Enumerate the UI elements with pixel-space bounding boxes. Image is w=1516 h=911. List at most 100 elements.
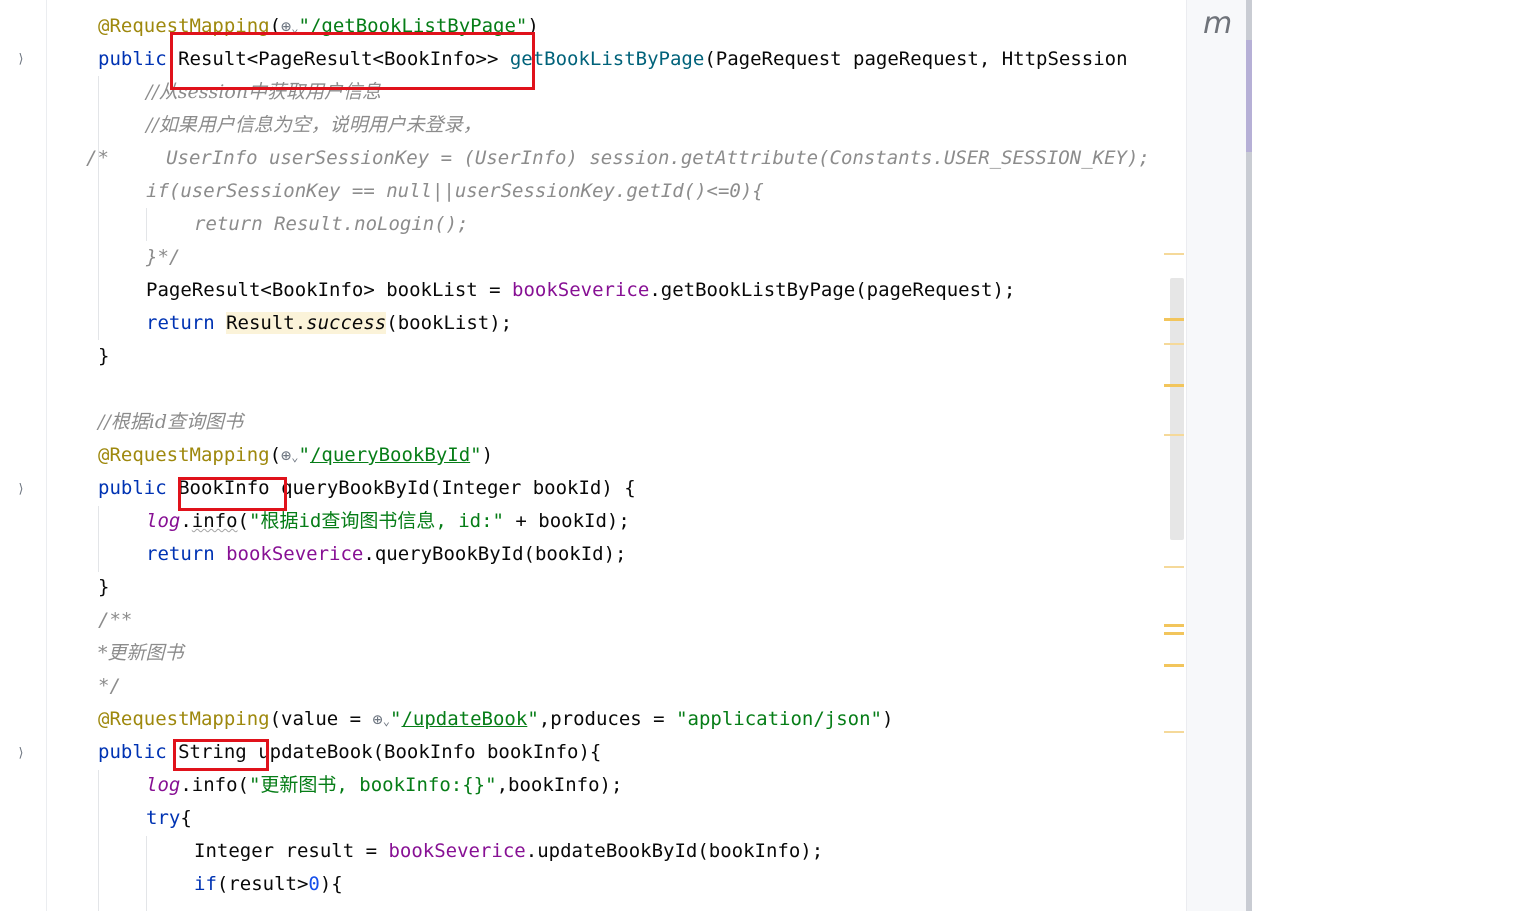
code-line[interactable]: public String updateBook(BookInfo bookIn… bbox=[98, 736, 601, 769]
globe-icon[interactable]: ⊕ bbox=[373, 710, 383, 730]
code-line[interactable]: /* UserInfo userSessionKey = (UserInfo) … bbox=[86, 142, 1150, 175]
code-line[interactable]: Integer result = bookSeverice.updateBook… bbox=[194, 835, 823, 868]
code-line[interactable]: if(result>0){ bbox=[194, 868, 343, 901]
code-line[interactable]: @RequestMapping(value = ⊕⌄"/updateBook",… bbox=[98, 703, 893, 736]
code-text: PageResult<BookInfo> bookList = bbox=[146, 279, 513, 301]
method-name: info bbox=[191, 510, 238, 532]
return-type: BookInfo bbox=[178, 477, 270, 499]
keyword: public bbox=[98, 741, 167, 763]
method-marker-icon[interactable]: ⟩ bbox=[17, 482, 25, 497]
chevron-down-icon[interactable]: ⌄ bbox=[291, 21, 298, 35]
warning-marker[interactable] bbox=[1164, 624, 1184, 627]
annotation: @RequestMapping bbox=[98, 444, 270, 466]
url-link[interactable]: /getBookListByPage bbox=[310, 15, 516, 37]
keyword: return bbox=[146, 543, 215, 565]
code-text: Integer result = bbox=[194, 840, 389, 862]
indent-guide bbox=[98, 76, 99, 340]
field-ref: log bbox=[146, 510, 181, 532]
indent-guide bbox=[98, 506, 99, 572]
code-text: .info( bbox=[180, 774, 249, 796]
brace: } bbox=[98, 576, 110, 598]
code-text: (bookList); bbox=[386, 312, 513, 334]
code-text: .getBookListByPage(pageRequest); bbox=[649, 279, 1016, 301]
warning-marker[interactable] bbox=[1164, 343, 1184, 345]
code-text: (result> bbox=[216, 873, 309, 895]
number-literal: 0 bbox=[308, 873, 320, 895]
method-signature: queryBookById(Integer bookId) { bbox=[281, 477, 636, 499]
line-gutter[interactable]: ⟩ ⟩ ⟩ bbox=[0, 0, 47, 911]
keyword: return bbox=[146, 312, 215, 334]
code-line[interactable]: //从session中获取用户信息 bbox=[146, 76, 381, 109]
warning-marker[interactable] bbox=[1164, 731, 1184, 733]
chevron-down-icon[interactable]: ⌄ bbox=[383, 714, 390, 728]
code-line[interactable]: return bookSeverice.queryBookById(bookId… bbox=[146, 538, 626, 571]
code-text: + bookId); bbox=[503, 510, 630, 532]
globe-icon[interactable]: ⊕ bbox=[281, 446, 291, 466]
scrollbar-markers[interactable] bbox=[1164, 0, 1186, 911]
string-literal: "根据id查询图书信息, id:" bbox=[249, 510, 504, 532]
code-line[interactable]: /** bbox=[98, 604, 132, 637]
warning-marker[interactable] bbox=[1164, 664, 1184, 667]
keyword: public bbox=[98, 48, 167, 70]
code-line[interactable]: try{ bbox=[146, 802, 192, 835]
code-line[interactable]: } bbox=[98, 340, 109, 373]
warning-marker[interactable] bbox=[1164, 566, 1184, 568]
return-type: String bbox=[178, 741, 247, 763]
return-type: Result<PageResult<BookInfo>> bbox=[178, 48, 499, 70]
string-literal: "application/json" bbox=[676, 708, 882, 730]
right-tool-sidebar: m bbox=[1186, 0, 1249, 911]
method-marker-icon[interactable]: ⟩ bbox=[17, 52, 25, 67]
code-line[interactable]: //根据id查询图书 bbox=[98, 406, 243, 439]
brace: } bbox=[98, 345, 110, 367]
brace: { bbox=[180, 807, 192, 829]
indent-guide bbox=[98, 770, 99, 911]
code-line[interactable]: }*/ bbox=[146, 241, 180, 274]
code-line[interactable]: } bbox=[98, 571, 109, 604]
code-line[interactable]: *更新图书 bbox=[98, 637, 184, 670]
comment: //如果用户信息为空，说明用户未登录， bbox=[146, 114, 482, 136]
field-ref: bookSeverice bbox=[388, 840, 526, 862]
code-line[interactable]: public Result<PageResult<BookInfo>> getB… bbox=[98, 43, 1128, 76]
warning-marker[interactable] bbox=[1164, 318, 1184, 321]
m-icon[interactable]: m bbox=[1203, 6, 1232, 41]
field-ref: log bbox=[146, 774, 181, 796]
warning-marker[interactable] bbox=[1164, 632, 1184, 635]
code-text: (value = bbox=[269, 708, 373, 730]
indent-guide bbox=[146, 208, 147, 241]
code-line[interactable]: log.info("根据id查询图书信息, id:" + bookId); bbox=[146, 505, 630, 538]
code-text: .updateBookById(bookInfo); bbox=[525, 840, 824, 862]
code-line[interactable]: if(userSessionKey == null||userSessionKe… bbox=[146, 175, 764, 208]
field-ref: bookSeverice bbox=[226, 543, 364, 565]
comment: if(userSessionKey == null||userSessionKe… bbox=[146, 180, 764, 202]
code-text: ){ bbox=[319, 873, 343, 895]
chevron-down-icon[interactable]: ⌄ bbox=[291, 450, 298, 464]
warning-marker[interactable] bbox=[1164, 384, 1184, 387]
warning-marker[interactable] bbox=[1164, 434, 1184, 436]
comment: return Result.noLogin(); bbox=[194, 213, 469, 235]
field-ref: bookSeverice bbox=[512, 279, 650, 301]
code-line[interactable]: */ bbox=[98, 670, 121, 703]
code-text: Result. bbox=[226, 312, 307, 334]
code-line[interactable]: @RequestMapping(⊕⌄"/getBookListByPage") bbox=[98, 10, 539, 43]
comment: /** bbox=[98, 609, 133, 631]
code-text: .queryBookById(bookId); bbox=[363, 543, 627, 565]
string-literal: "更新图书, bookInfo:{}" bbox=[248, 774, 497, 796]
code-line[interactable]: log.info("更新图书, bookInfo:{}",bookInfo); bbox=[146, 769, 622, 802]
method-marker-icon[interactable]: ⟩ bbox=[17, 746, 25, 761]
indent-guide bbox=[146, 836, 147, 911]
code-line[interactable]: public BookInfo queryBookById(Integer bo… bbox=[98, 472, 636, 505]
globe-icon[interactable]: ⊕ bbox=[281, 17, 291, 37]
side-panel bbox=[1252, 0, 1516, 911]
url-link[interactable]: /updateBook bbox=[401, 708, 527, 730]
code-line[interactable]: return Result.success(bookList); bbox=[146, 307, 512, 340]
code-line[interactable]: //如果用户信息为空，说明用户未登录， bbox=[146, 109, 482, 142]
code-editor[interactable]: ⟩ ⟩ ⟩ @RequestMapping(⊕⌄"/getBookListByP… bbox=[0, 0, 1186, 911]
keyword: try bbox=[146, 807, 181, 829]
code-line[interactable]: return Result.noLogin(); bbox=[194, 208, 469, 241]
comment: //从session中获取用户信息 bbox=[146, 81, 382, 103]
method-params: (PageRequest pageRequest, HttpSession bbox=[704, 48, 1128, 70]
warning-marker[interactable] bbox=[1164, 253, 1184, 255]
code-line[interactable]: PageResult<BookInfo> bookList = bookSeve… bbox=[146, 274, 1015, 307]
url-link[interactable]: /queryBookById bbox=[310, 444, 470, 466]
code-line[interactable]: @RequestMapping(⊕⌄"/queryBookById") bbox=[98, 439, 493, 472]
